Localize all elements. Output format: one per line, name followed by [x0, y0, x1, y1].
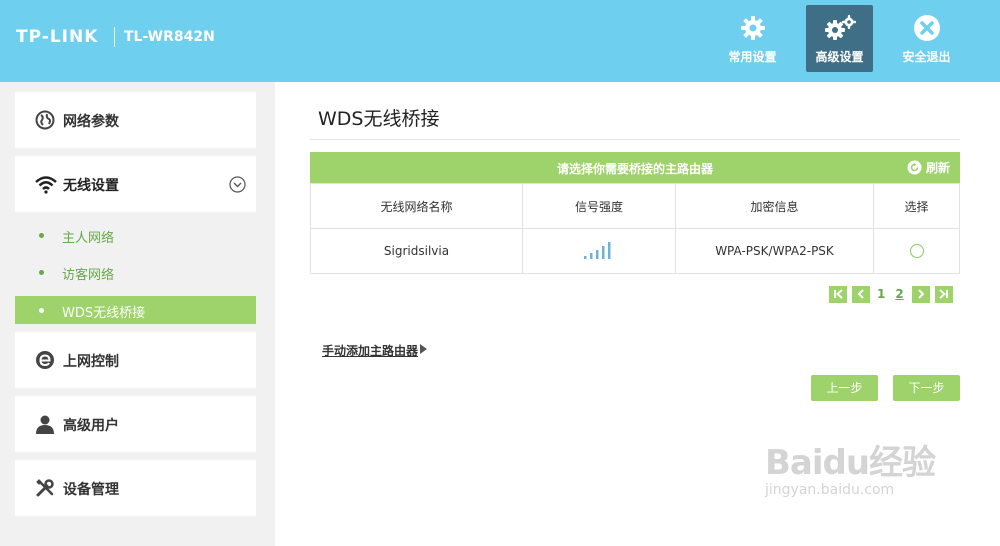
encryption-cell: WPA-PSK/WPA2-PSK [675, 228, 874, 274]
table-header-bar: 请选择你需要桥接的主路由器 刷新 [310, 152, 960, 183]
refresh-icon [907, 160, 922, 175]
logo-divider [114, 27, 115, 47]
next-page-button[interactable] [911, 285, 930, 303]
next-step-button[interactable]: 下一步 [893, 375, 960, 401]
table-title: 请选择你需要桥接的主路由器 [556, 162, 713, 176]
sidebar-item-label: 网络参数 [63, 114, 119, 130]
bullet-dot [39, 308, 44, 313]
nav-common-settings[interactable]: 常用设置 [719, 5, 786, 72]
table-row[interactable]: Sigridsilvia WPA-PSK/WPA2-PSK [310, 228, 960, 274]
brand-logo: TP-LINK [16, 27, 99, 47]
ie-icon [36, 351, 54, 369]
sidebar-subitem-host-network[interactable]: 主人网络 [15, 221, 256, 249]
nav-label: 安全退出 [902, 50, 951, 64]
last-page-button[interactable] [934, 285, 953, 303]
gears-icon [824, 15, 856, 40]
column-header: 信号强度 [522, 183, 676, 229]
manual-add-router-link[interactable]: 手动添加主路由器 [322, 342, 418, 359]
chevron-right-icon [918, 289, 925, 299]
bullet-dot [39, 233, 44, 238]
sidebar: 网络参数 无线设置 主人网络 访客网络 WDS无线桥接 上网控制 高级用户 设备… [0, 82, 275, 546]
signal-cell [522, 228, 676, 274]
sidebar-item-label: 上网控制 [63, 354, 119, 370]
close-icon [913, 15, 940, 41]
sidebar-subitem-label: 访客网络 [62, 268, 115, 283]
user-icon [36, 415, 54, 434]
caret-right-icon [420, 344, 427, 354]
chevron-down-icon [229, 176, 246, 193]
refresh-button[interactable]: 刷新 [907, 159, 950, 176]
bullet-dot [39, 270, 44, 275]
sidebar-item-label: 设备管理 [63, 482, 119, 498]
prev-page-button[interactable] [852, 285, 870, 303]
pagination: 1 2 [829, 285, 953, 303]
select-radio[interactable] [909, 244, 924, 259]
watermark-sub: jingyan.baidu.com [765, 482, 895, 498]
nav-advanced-settings[interactable]: 高级设置 [806, 5, 873, 72]
sidebar-item-advanced-user[interactable]: 高级用户 [15, 396, 256, 452]
chevron-left-icon [857, 289, 864, 299]
watermark-main: Baidu经验 [765, 443, 936, 483]
sidebar-item-wireless-settings[interactable]: 无线设置 [15, 156, 256, 212]
sidebar-subitem-guest-network[interactable]: 访客网络 [15, 258, 256, 286]
sidebar-item-label: 高级用户 [63, 418, 119, 434]
page-number-link[interactable]: 2 [895, 287, 903, 301]
table-header-row: 无线网络名称 信号强度 加密信息 选择 [310, 183, 960, 229]
ssid-cell: Sigridsilvia [310, 228, 523, 274]
signal-strength-icon [584, 241, 611, 259]
first-page-icon [834, 289, 843, 299]
tools-icon [36, 479, 54, 497]
ap-table: 无线网络名称 信号强度 加密信息 选择 Sigridsilvia WPA-PSK… [310, 183, 960, 274]
globe-icon [35, 110, 55, 130]
nav-label: 常用设置 [728, 50, 777, 64]
column-header: 无线网络名称 [310, 183, 523, 229]
last-page-icon [939, 289, 948, 299]
prev-step-button[interactable]: 上一步 [811, 375, 878, 401]
page-title: WDS无线桥接 [318, 108, 440, 130]
baidu-watermark: Baidu经验 jingyan.baidu.com [765, 435, 936, 498]
model-name: TL-WR842N [124, 29, 215, 45]
nav-logout[interactable]: 安全退出 [893, 5, 960, 72]
column-header: 加密信息 [675, 183, 874, 229]
column-header: 选择 [873, 183, 960, 229]
title-divider [310, 139, 960, 140]
page-number-current: 1 [877, 287, 886, 301]
refresh-label: 刷新 [925, 161, 950, 175]
sidebar-subitem-label: 主人网络 [62, 231, 115, 246]
nav-label: 高级设置 [815, 50, 864, 64]
select-cell [873, 228, 960, 274]
sidebar-item-internet-control[interactable]: 上网控制 [15, 332, 256, 388]
sidebar-subitem-label: WDS无线桥接 [62, 306, 146, 321]
sidebar-item-device-management[interactable]: 设备管理 [15, 460, 256, 516]
sidebar-item-label: 无线设置 [63, 178, 119, 194]
top-header: TP-LINK TL-WR842N 常用设置 高级设置 安全退出 [0, 0, 1000, 82]
first-page-button[interactable] [829, 285, 847, 303]
wifi-icon [35, 176, 57, 194]
sidebar-item-network-params[interactable]: 网络参数 [15, 92, 256, 148]
gear-icon [740, 16, 765, 40]
sidebar-subitem-wds-bridge[interactable]: WDS无线桥接 [15, 296, 256, 324]
